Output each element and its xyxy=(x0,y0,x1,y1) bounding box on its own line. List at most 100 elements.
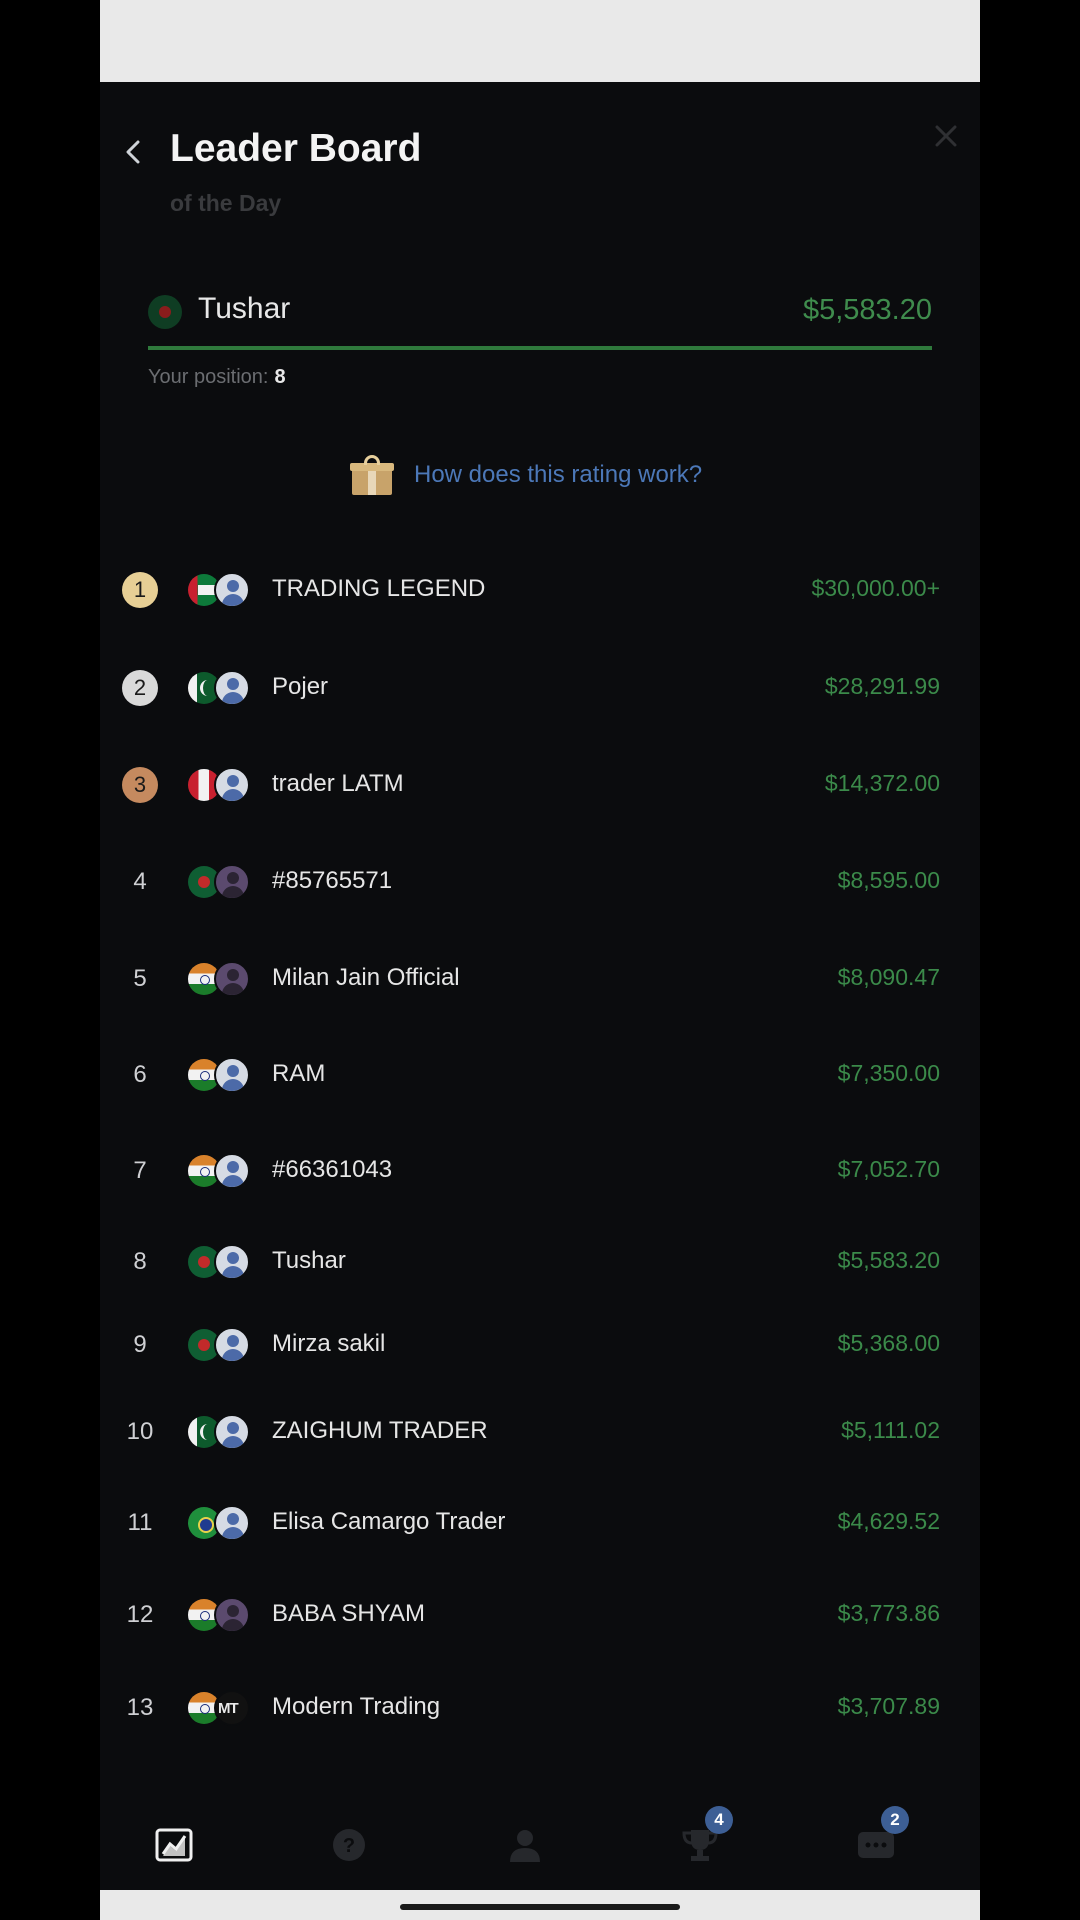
trader-amount: $28,291.99 xyxy=(824,673,940,699)
rank-number: 10 xyxy=(126,1418,154,1445)
avatar-text: MT xyxy=(218,1700,239,1717)
chat-icon: 2 xyxy=(857,1806,909,1864)
tab-help[interactable]: ? xyxy=(319,1815,379,1875)
leaderboard-row[interactable]: 1 TRADING LEGEND $30,000.00+ xyxy=(100,560,980,620)
rating-info-link[interactable]: How does this rating work? xyxy=(350,450,702,500)
header: Leader Board of the Day xyxy=(100,82,980,242)
home-indicator xyxy=(400,1904,680,1910)
trader-name: trader LATM xyxy=(272,770,404,797)
avatar xyxy=(214,670,250,706)
rank-number: 8 xyxy=(133,1248,147,1275)
leaderboard-row[interactable]: 5 Milan Jain Official $8,090.47 xyxy=(100,949,980,1009)
rank-number: 12 xyxy=(126,1601,154,1628)
trader-name: Mirza sakil xyxy=(272,1330,386,1357)
avatar xyxy=(214,1057,250,1093)
avatar xyxy=(214,572,250,608)
chevron-left-icon xyxy=(126,140,140,164)
leaderboard-row[interactable]: 3 trader LATM $14,372.00 xyxy=(100,755,980,815)
my-amount: $5,583.20 xyxy=(802,294,932,326)
avatar xyxy=(214,767,250,803)
trader-amount: $7,350.00 xyxy=(837,1060,940,1086)
leaderboard-row[interactable]: 7 #66361043 $7,052.70 xyxy=(100,1141,980,1201)
back-button[interactable] xyxy=(114,132,154,172)
notification-badge: 2 xyxy=(881,1806,909,1834)
help-icon: ? xyxy=(330,1826,368,1864)
trader-name: Milan Jain Official xyxy=(272,964,460,991)
notification-badge: 4 xyxy=(705,1806,733,1834)
status-bar xyxy=(100,0,980,82)
my-name: Tushar xyxy=(198,292,291,325)
page-subtitle: of the Day xyxy=(170,190,282,216)
trader-name: RAM xyxy=(272,1060,326,1087)
rank-number: 4 xyxy=(133,868,147,895)
my-progress-fill xyxy=(148,346,932,350)
trader-name: Elisa Camargo Trader xyxy=(272,1508,506,1535)
trader-amount: $3,707.89 xyxy=(837,1693,940,1719)
leaderboard-row[interactable]: 8 Tushar $5,583.20 xyxy=(100,1232,980,1292)
leaderboard-row[interactable]: 10 ZAIGHUM TRADER $5,111.02 xyxy=(100,1402,980,1462)
trader-name: Pojer xyxy=(272,673,329,700)
avatar xyxy=(214,1327,250,1363)
tab-profile[interactable] xyxy=(495,1815,555,1875)
leaderboard-row[interactable]: 13 MT Modern Trading $3,707.89 xyxy=(100,1678,980,1738)
avatar: MT xyxy=(214,1690,250,1726)
trader-amount: $8,595.00 xyxy=(837,867,940,893)
leaderboard-row[interactable]: 4 #85765571 $8,595.00 xyxy=(100,852,980,912)
rank-medal: 1 xyxy=(122,572,158,608)
trader-amount: $8,090.47 xyxy=(837,964,940,990)
trader-amount: $5,111.02 xyxy=(841,1417,940,1443)
leaderboard-row[interactable]: 6 RAM $7,350.00 xyxy=(100,1045,980,1105)
trader-name: #66361043 xyxy=(272,1156,393,1183)
avatar xyxy=(214,1153,250,1189)
leaderboard-row[interactable]: 11 Elisa Camargo Trader $4,629.52 xyxy=(100,1493,980,1553)
position-value: 8 xyxy=(274,366,286,388)
trader-amount: $3,773.86 xyxy=(837,1600,940,1626)
rank-number: 6 xyxy=(133,1061,147,1088)
my-rank-card: Tushar $5,583.20 xyxy=(148,285,932,353)
rank-number: 11 xyxy=(127,1509,153,1536)
trader-amount: $5,583.20 xyxy=(837,1247,940,1273)
page-title: Leader Board xyxy=(170,127,422,170)
trophy-icon: 4 xyxy=(681,1806,733,1864)
avatar xyxy=(214,864,250,900)
my-progress-bar xyxy=(148,346,932,350)
trader-name: TRADING LEGEND xyxy=(272,575,486,602)
home-indicator-area xyxy=(100,1890,980,1920)
screen: Leader Board of the Day Tushar $5,583.20… xyxy=(0,0,1080,1920)
gift-icon xyxy=(350,455,394,495)
trader-name: #85765571 xyxy=(272,867,393,894)
rank-number: 13 xyxy=(126,1694,154,1721)
profile-icon xyxy=(506,1826,544,1864)
tab-chart[interactable] xyxy=(144,1815,204,1875)
close-icon xyxy=(935,125,957,147)
leaderboard-row[interactable]: 12 BABA SHYAM $3,773.86 xyxy=(100,1585,980,1645)
bangladesh-flag-icon xyxy=(148,295,182,329)
bottom-tab-bar: ? 4 2 xyxy=(100,1806,980,1880)
trader-name: Tushar xyxy=(272,1247,346,1274)
position-label: Your position: xyxy=(148,366,269,388)
leaderboard-row[interactable]: 9 Mirza sakil $5,368.00 xyxy=(100,1315,980,1375)
rank-medal: 2 xyxy=(122,670,158,706)
rating-info-text: How does this rating work? xyxy=(414,461,703,488)
trader-name: BABA SHYAM xyxy=(272,1600,425,1627)
avatar xyxy=(214,1597,250,1633)
my-position: Your position: 8 xyxy=(148,366,286,389)
rank-medal: 3 xyxy=(122,767,158,803)
leaderboard-panel: Leader Board of the Day Tushar $5,583.20… xyxy=(100,0,980,1920)
tab-trophy[interactable]: 4 xyxy=(670,1806,733,1875)
trader-amount: $7,052.70 xyxy=(837,1156,940,1182)
tab-chat[interactable]: 2 xyxy=(846,1806,909,1875)
rank-number: 9 xyxy=(133,1331,147,1358)
rank-number: 5 xyxy=(133,965,147,992)
avatar xyxy=(214,961,250,997)
rank-number: 7 xyxy=(133,1157,147,1184)
avatar xyxy=(214,1505,250,1541)
trader-name: ZAIGHUM TRADER xyxy=(272,1417,488,1444)
trader-amount: $30,000.00+ xyxy=(811,575,940,601)
chart-icon xyxy=(155,1826,193,1864)
avatar xyxy=(214,1414,250,1450)
trader-amount: $4,629.52 xyxy=(837,1508,940,1534)
leaderboard-row[interactable]: 2 Pojer $28,291.99 xyxy=(100,658,980,718)
trader-amount: $5,368.00 xyxy=(837,1330,940,1356)
close-button[interactable] xyxy=(926,116,966,156)
